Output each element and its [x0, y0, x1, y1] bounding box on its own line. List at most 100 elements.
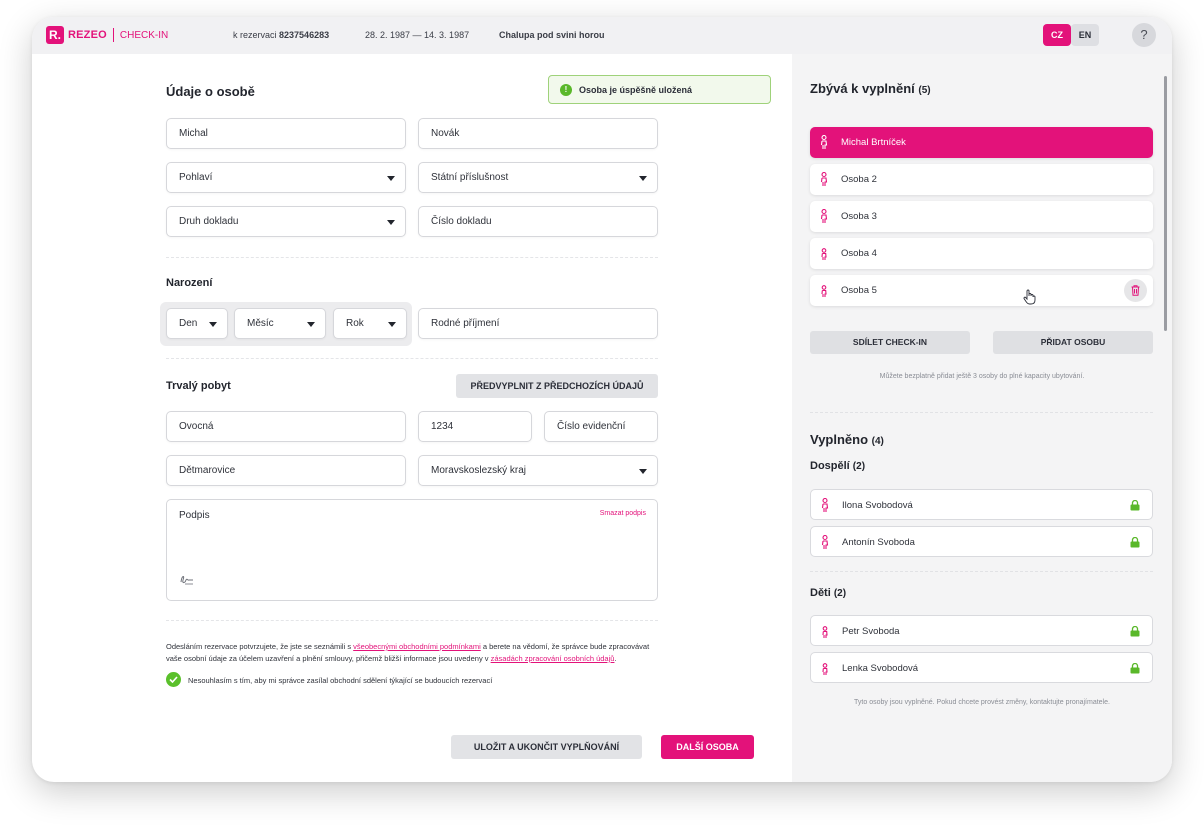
first-name-input[interactable]: Michal: [166, 118, 406, 149]
delete-person-button[interactable]: [1124, 279, 1147, 302]
lang-en-button[interactable]: EN: [1071, 24, 1099, 46]
reservation-number: 8237546283: [279, 30, 330, 40]
trash-icon: [1131, 285, 1140, 296]
person-icon: [820, 209, 828, 223]
filled-person-item: Ilona Svobodová: [810, 489, 1153, 520]
children-count: (2): [833, 588, 847, 599]
section-divider: [810, 571, 1153, 572]
signature-pad[interactable]: Podpis Smazat podpis: [166, 499, 658, 601]
info-icon: !: [560, 84, 572, 96]
section-divider: [166, 257, 658, 258]
share-checkin-button[interactable]: SDÍLET CHECK-IN: [810, 331, 970, 354]
remaining-person-item[interactable]: Osoba 4: [810, 238, 1153, 269]
app-window: R. REZEO CHECK-IN k rezervaci 8237546283…: [32, 17, 1172, 782]
remaining-title-text: Zbývá k vyplnění: [810, 81, 915, 96]
capacity-note: Můžete bezplatně přidat ještě 3 osoby do…: [879, 373, 1085, 380]
person-name: Osoba 5: [841, 285, 877, 296]
remaining-person-item[interactable]: Michal Brtníček: [810, 127, 1153, 158]
section-divider: [166, 358, 658, 359]
person-icon: [820, 172, 828, 186]
filled-note: Tyto osoby jsou vyplněné. Pokud chcete p…: [854, 699, 1110, 706]
reservation-dates: 28. 2. 1987 — 14. 3. 1987: [365, 30, 470, 40]
document-number-input[interactable]: Číslo dokladu: [418, 206, 658, 237]
person-icon: [820, 135, 828, 149]
next-person-button[interactable]: DALŠÍ OSOBA: [661, 735, 754, 759]
birth-year-label: Rok: [346, 318, 364, 329]
person-section-title: Údaje o osobě: [166, 84, 255, 99]
scrollbar[interactable]: [1164, 76, 1167, 331]
birth-day-select[interactable]: Den: [166, 308, 228, 339]
filled-title-text: Vyplněno: [810, 432, 869, 447]
adults-title-text: Dospělí: [810, 460, 850, 472]
hand-cursor-icon: [1023, 289, 1036, 305]
person-icon: [821, 535, 829, 549]
birth-section-title: Narození: [166, 277, 213, 289]
help-button[interactable]: ?: [1132, 23, 1156, 47]
nationality-select-label: Státní příslušnost: [431, 172, 509, 183]
birth-day-label: Den: [179, 318, 198, 329]
adults-title: Dospělí (2): [810, 460, 865, 472]
lock-icon: [1130, 663, 1140, 674]
logo-mark: R.: [46, 26, 64, 44]
lock-icon: [1130, 626, 1140, 637]
child-icon: [822, 663, 828, 675]
prefill-button[interactable]: PŘEDVYPLNIT Z PŘEDCHOZÍCH ÚDAJŮ: [456, 374, 658, 398]
registration-number-input[interactable]: Číslo evidenční: [544, 411, 658, 442]
marketing-optout-checkbox[interactable]: [166, 672, 181, 687]
remaining-person-item[interactable]: Osoba 3: [810, 201, 1153, 232]
person-name: Lenka Svobodová: [842, 663, 919, 674]
terms-link[interactable]: všeobecnými obchodními podmínkami: [353, 642, 481, 651]
filled-count: (4): [871, 436, 884, 447]
save-and-finish-button[interactable]: ULOŽIT A UKONČIT VYPLŇOVÁNÍ: [451, 735, 642, 759]
person-icon: [821, 498, 829, 512]
chevron-down-icon: [387, 220, 395, 225]
logo-separator: [112, 28, 114, 42]
chevron-down-icon: [209, 322, 217, 327]
logo: R. REZEO CHECK-IN: [46, 26, 168, 44]
section-divider: [166, 620, 658, 621]
clear-signature-link[interactable]: Smazat podpis: [600, 510, 646, 517]
nationality-select[interactable]: Státní příslušnost: [418, 162, 658, 193]
marketing-optout-label: Nesouhlasím s tím, aby mi správce zasíla…: [188, 676, 493, 685]
region-select[interactable]: Moravskoslezský kraj: [418, 455, 658, 486]
lock-icon: [1130, 537, 1140, 548]
person-name: Osoba 3: [841, 211, 877, 222]
chevron-down-icon: [307, 322, 315, 327]
filled-person-item: Petr Svoboda: [810, 615, 1153, 646]
person-name: Osoba 2: [841, 174, 877, 185]
document-type-select[interactable]: Druh dokladu: [166, 206, 406, 237]
last-name-input[interactable]: Novák: [418, 118, 658, 149]
toast-message: Osoba je úspěšně uložená: [579, 85, 693, 95]
child-icon: [821, 248, 827, 260]
filled-person-item: Lenka Svobodová: [810, 652, 1153, 683]
street-input[interactable]: Ovocná: [166, 411, 406, 442]
house-number-input[interactable]: 1234: [418, 411, 532, 442]
gender-select[interactable]: Pohlaví: [166, 162, 406, 193]
birth-year-select[interactable]: Rok: [333, 308, 407, 339]
person-name: Michal Brtníček: [841, 137, 906, 148]
region-select-label: Moravskoslezský kraj: [431, 465, 527, 476]
chevron-down-icon: [388, 322, 396, 327]
lang-cz-button[interactable]: CZ: [1043, 24, 1071, 46]
gender-select-label: Pohlaví: [179, 172, 213, 183]
person-name: Ilona Svobodová: [842, 500, 913, 511]
children-title: Děti (2): [810, 587, 846, 599]
birth-month-select[interactable]: Měsíc: [234, 308, 326, 339]
person-name: Petr Svoboda: [842, 626, 900, 637]
person-name: Antonín Svoboda: [842, 537, 915, 548]
city-input[interactable]: Dětmarovice: [166, 455, 406, 486]
section-divider: [810, 412, 1153, 413]
consent-text-part: vaše osobní údaje za účelem uzavření a p…: [166, 654, 491, 663]
chevron-down-icon: [639, 469, 647, 474]
signature-label: Podpis: [179, 510, 210, 521]
child-icon: [821, 285, 827, 297]
lock-icon: [1130, 500, 1140, 511]
maiden-name-input[interactable]: Rodné příjmení: [418, 308, 658, 339]
document-type-label: Druh dokladu: [179, 216, 239, 227]
remaining-person-item[interactable]: Osoba 5: [810, 275, 1153, 306]
remaining-person-item[interactable]: Osoba 2: [810, 164, 1153, 195]
add-person-button[interactable]: PŘIDAT OSOBU: [993, 331, 1153, 354]
privacy-link[interactable]: zásadách zpracování osobních údajů: [491, 654, 615, 663]
children-title-text: Děti: [810, 587, 831, 599]
person-name: Osoba 4: [841, 248, 877, 259]
